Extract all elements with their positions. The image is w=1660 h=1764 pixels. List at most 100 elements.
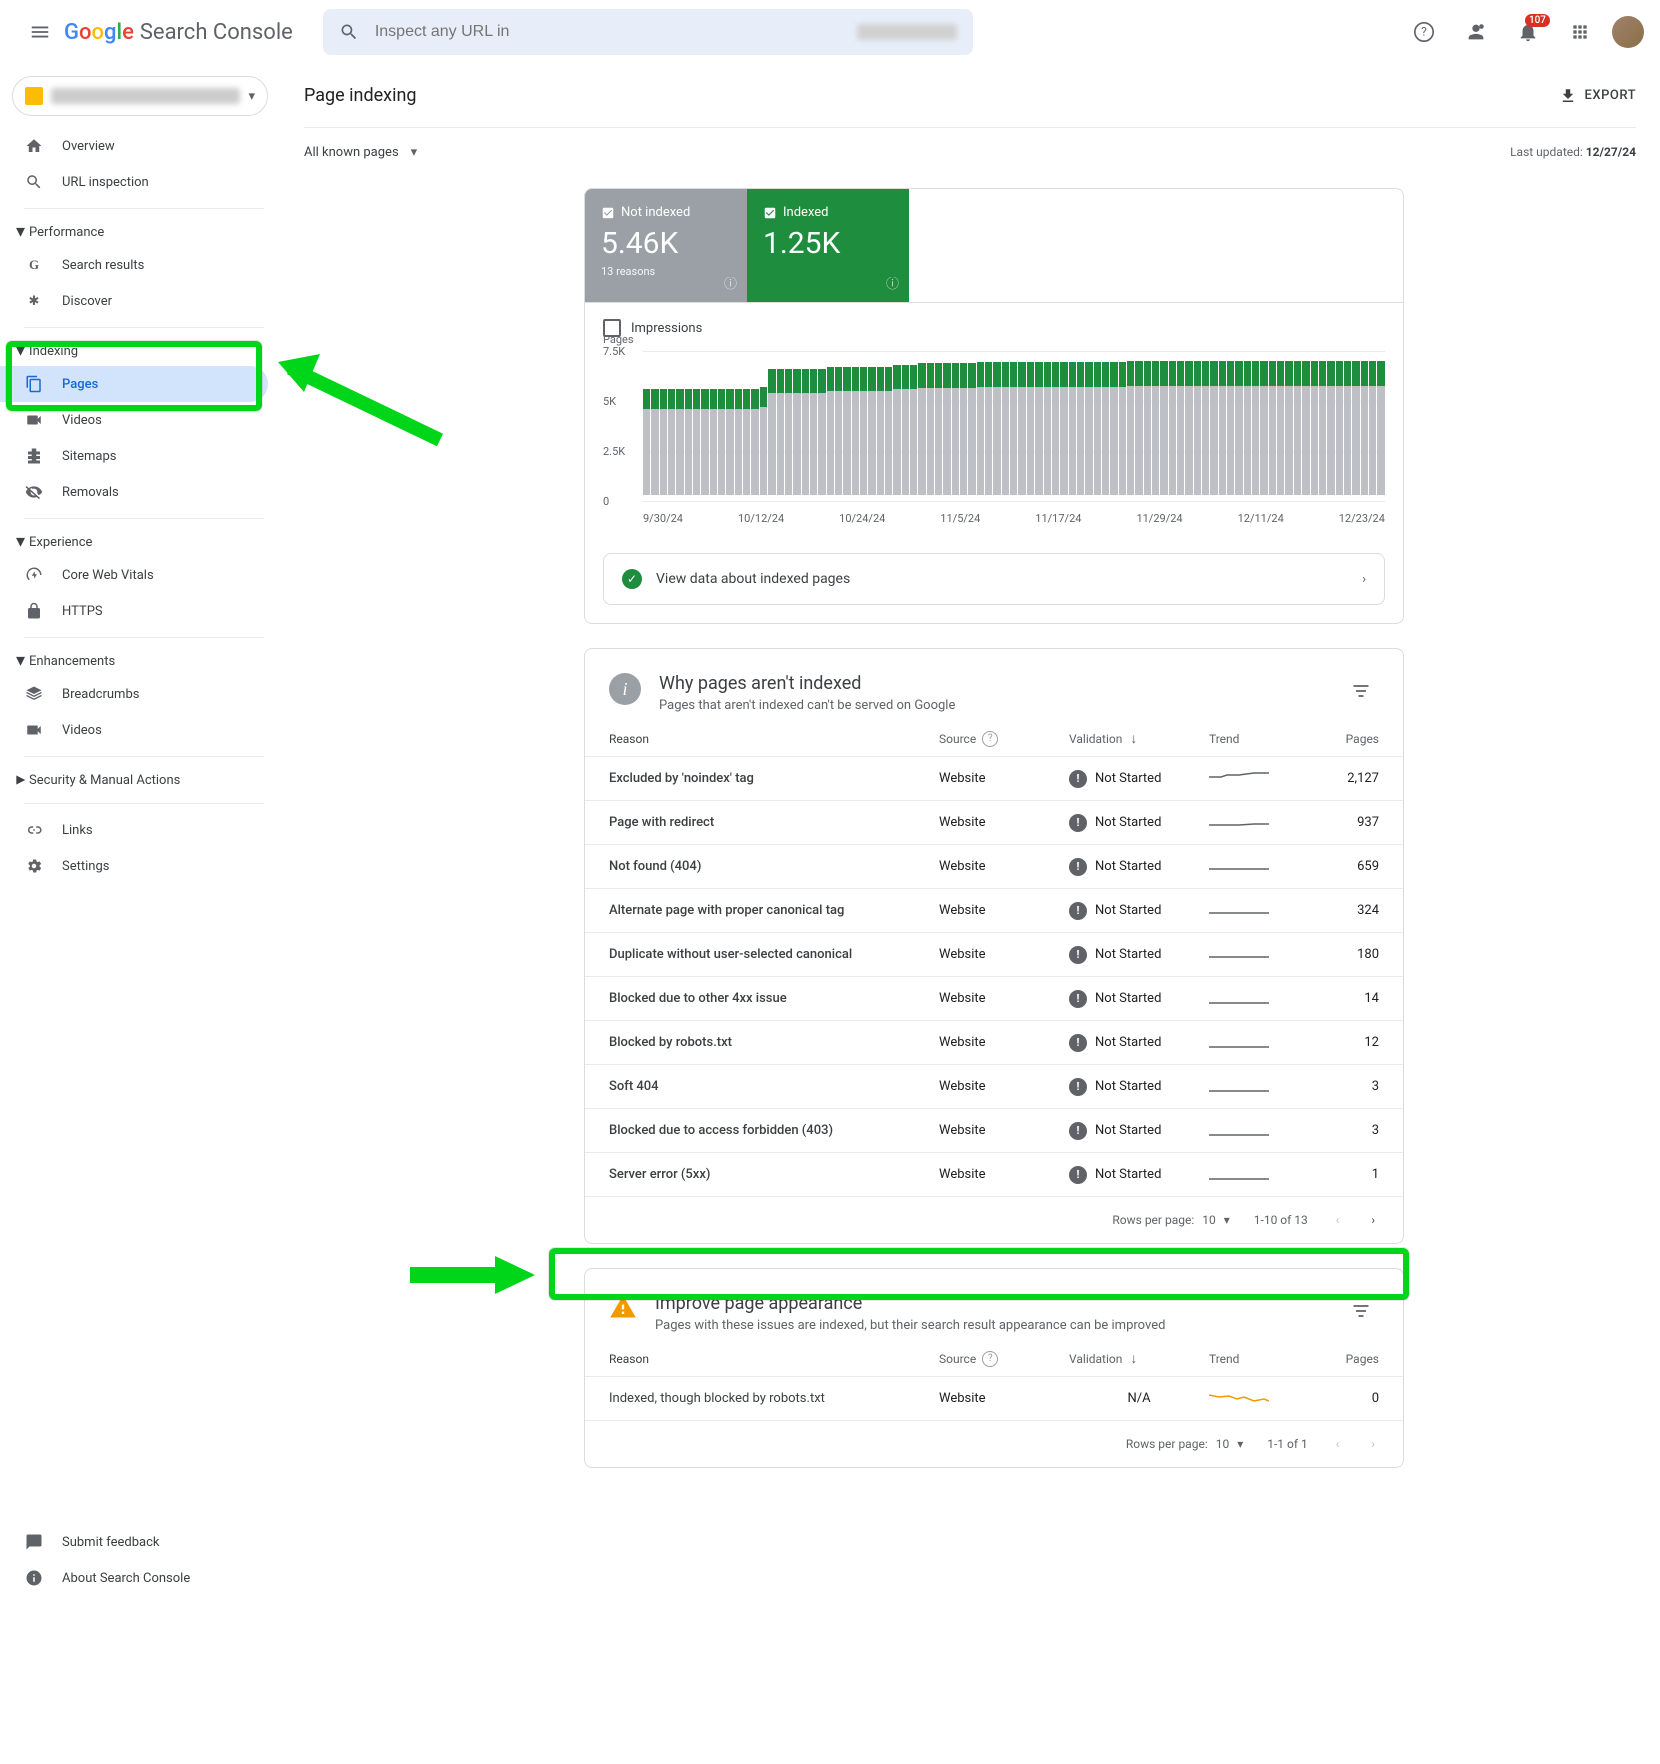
sidebar-item-about[interactable]: About Search Console <box>0 1560 268 1596</box>
not-started-icon: ! <box>1069 770 1087 788</box>
next-page-button[interactable]: › <box>1367 1433 1379 1455</box>
pages-icon <box>24 374 44 394</box>
col-pages[interactable]: Pages <box>1329 1352 1379 1366</box>
reason-text: Blocked due to access forbidden (403) <box>609 1123 939 1138</box>
col-source[interactable]: Source ? <box>939 731 1069 747</box>
table-row[interactable]: Blocked by robots.txt Website !Not Start… <box>585 1021 1403 1065</box>
sidebar-item-label: Search results <box>62 258 144 273</box>
help-icon[interactable]: ⓘ <box>724 273 737 292</box>
col-trend[interactable]: Trend <box>1209 1352 1329 1366</box>
col-pages[interactable]: Pages <box>1329 732 1379 746</box>
filter-icon[interactable] <box>1343 673 1379 709</box>
home-icon <box>24 136 44 156</box>
indexed-box[interactable]: Indexed 1.25K ⓘ <box>747 189 909 302</box>
col-source[interactable]: Source ? <box>939 1351 1069 1367</box>
sidebar-item-removals[interactable]: Removals <box>0 474 268 510</box>
info-icon <box>24 1568 44 1588</box>
col-reason[interactable]: Reason <box>609 732 939 746</box>
sort-icon: ↓ <box>1130 1350 1137 1367</box>
users-icon[interactable] <box>1456 12 1496 52</box>
pages-count: 2,127 <box>1329 771 1379 786</box>
sidebar-section-security[interactable]: ▾Security & Manual Actions <box>0 765 280 795</box>
view-indexed-data-link[interactable]: ✓ View data about indexed pages › <box>603 553 1385 605</box>
validation-text: Not Started <box>1095 1079 1161 1094</box>
property-selector[interactable]: ▾ <box>12 76 268 116</box>
prev-page-button[interactable]: ‹ <box>1332 1433 1344 1455</box>
impressions-toggle[interactable]: Impressions <box>603 319 1385 337</box>
help-icon[interactable]: ? <box>982 1351 998 1367</box>
not-indexed-box[interactable]: Not indexed 5.46K 13 reasons ⓘ <box>585 189 747 302</box>
url-inspection-search[interactable] <box>323 9 973 55</box>
col-reason[interactable]: Reason <box>609 1352 939 1366</box>
chevron-down-icon: ▾ <box>1224 1213 1230 1227</box>
col-validation[interactable]: Validation ↓ <box>1069 730 1209 747</box>
sidebar-item-overview[interactable]: Overview <box>0 128 268 164</box>
sidebar-item-label: About Search Console <box>62 1571 190 1586</box>
avatar[interactable] <box>1612 16 1644 48</box>
indexed-value: 1.25K <box>763 226 893 261</box>
breadcrumb-icon <box>24 684 44 704</box>
sidebar-item-label: Overview <box>62 139 115 154</box>
help-icon[interactable]: ? <box>982 731 998 747</box>
sidebar-item-discover[interactable]: ✱ Discover <box>0 283 268 319</box>
sidebar-item-videos-enh[interactable]: Videos <box>0 712 268 748</box>
filter-icon[interactable] <box>1343 1293 1379 1329</box>
indexing-summary-card: Not indexed 5.46K 13 reasons ⓘ Indexed 1… <box>584 188 1404 624</box>
table-row[interactable]: Excluded by 'noindex' tag Website !Not S… <box>585 757 1403 801</box>
sidebar-item-pages[interactable]: Pages <box>0 366 268 402</box>
pages-count: 14 <box>1329 991 1379 1006</box>
sidebar-item-label: HTTPS <box>62 604 103 619</box>
source-text: Website <box>939 1079 1069 1094</box>
sidebar-item-settings[interactable]: Settings <box>0 848 268 884</box>
rows-per-page[interactable]: Rows per page: 10 ▾ <box>1126 1437 1243 1451</box>
validation-text: Not Started <box>1095 815 1161 830</box>
table-row[interactable]: Not found (404) Website !Not Started 659 <box>585 845 1403 889</box>
validation-text: N/A <box>1127 1391 1150 1406</box>
table-row[interactable]: Blocked due to other 4xx issue Website !… <box>585 977 1403 1021</box>
sidebar-item-https[interactable]: HTTPS <box>0 593 268 629</box>
sitemap-icon <box>24 446 44 466</box>
table-row[interactable]: Duplicate without user-selected canonica… <box>585 933 1403 977</box>
sidebar-item-videos-indexing[interactable]: Videos <box>0 402 268 438</box>
sidebar-section-performance[interactable]: ▾Performance <box>0 217 280 247</box>
source-text: Website <box>939 815 1069 830</box>
col-trend[interactable]: Trend <box>1209 732 1329 746</box>
apps-icon[interactable] <box>1560 12 1600 52</box>
table-row[interactable]: Page with redirect Website !Not Started … <box>585 801 1403 845</box>
notifications-icon[interactable]: 107 <box>1508 12 1548 52</box>
sidebar-section-experience[interactable]: ▾Experience <box>0 527 280 557</box>
table-row[interactable]: Soft 404 Website !Not Started 3 <box>585 1065 1403 1109</box>
prev-page-button[interactable]: ‹ <box>1332 1209 1344 1231</box>
table-row[interactable]: Blocked due to access forbidden (403) We… <box>585 1109 1403 1153</box>
validation-text: Not Started <box>1095 947 1161 962</box>
table-row[interactable]: Server error (5xx) Website !Not Started … <box>585 1153 1403 1197</box>
sidebar-section-indexing[interactable]: ▾Indexing <box>0 336 280 366</box>
col-validation[interactable]: Validation ↓ <box>1069 1350 1209 1367</box>
help-icon[interactable]: ⓘ <box>886 273 899 292</box>
sidebar-item-label: Breadcrumbs <box>62 687 139 702</box>
sidebar-item-links[interactable]: Links <box>0 812 268 848</box>
sparkline <box>1209 1390 1269 1408</box>
rows-per-page[interactable]: Rows per page: 10 ▾ <box>1112 1213 1229 1227</box>
reason-text: Indexed, though blocked by robots.txt <box>609 1391 939 1406</box>
help-icon[interactable]: ? <box>1404 12 1444 52</box>
menu-button[interactable] <box>16 8 64 56</box>
source-text: Website <box>939 1123 1069 1138</box>
export-button[interactable]: EXPORT <box>1559 87 1636 105</box>
sidebar-item-sitemaps[interactable]: Sitemaps <box>0 438 268 474</box>
sidebar-section-enhancements[interactable]: ▾Enhancements <box>0 646 280 676</box>
sidebar-item-label: Links <box>62 823 93 838</box>
sidebar-item-url-inspection[interactable]: URL inspection <box>0 164 268 200</box>
sidebar-item-cwv[interactable]: Core Web Vitals <box>0 557 268 593</box>
sidebar-item-breadcrumbs[interactable]: Breadcrumbs <box>0 676 268 712</box>
table-row[interactable]: Alternate page with proper canonical tag… <box>585 889 1403 933</box>
section-subtitle: Pages that aren't indexed can't be serve… <box>659 698 1325 713</box>
search-input[interactable] <box>375 23 841 41</box>
logo[interactable]: Google Search Console <box>64 20 293 45</box>
sparkline <box>1209 1122 1269 1140</box>
sidebar-item-search-results[interactable]: G Search results <box>0 247 268 283</box>
next-page-button[interactable]: › <box>1367 1209 1379 1231</box>
page-filter-dropdown[interactable]: All known pages ▾ <box>304 145 417 160</box>
sidebar-item-feedback[interactable]: Submit feedback <box>0 1524 268 1560</box>
table-row[interactable]: Indexed, though blocked by robots.txt We… <box>585 1377 1403 1421</box>
